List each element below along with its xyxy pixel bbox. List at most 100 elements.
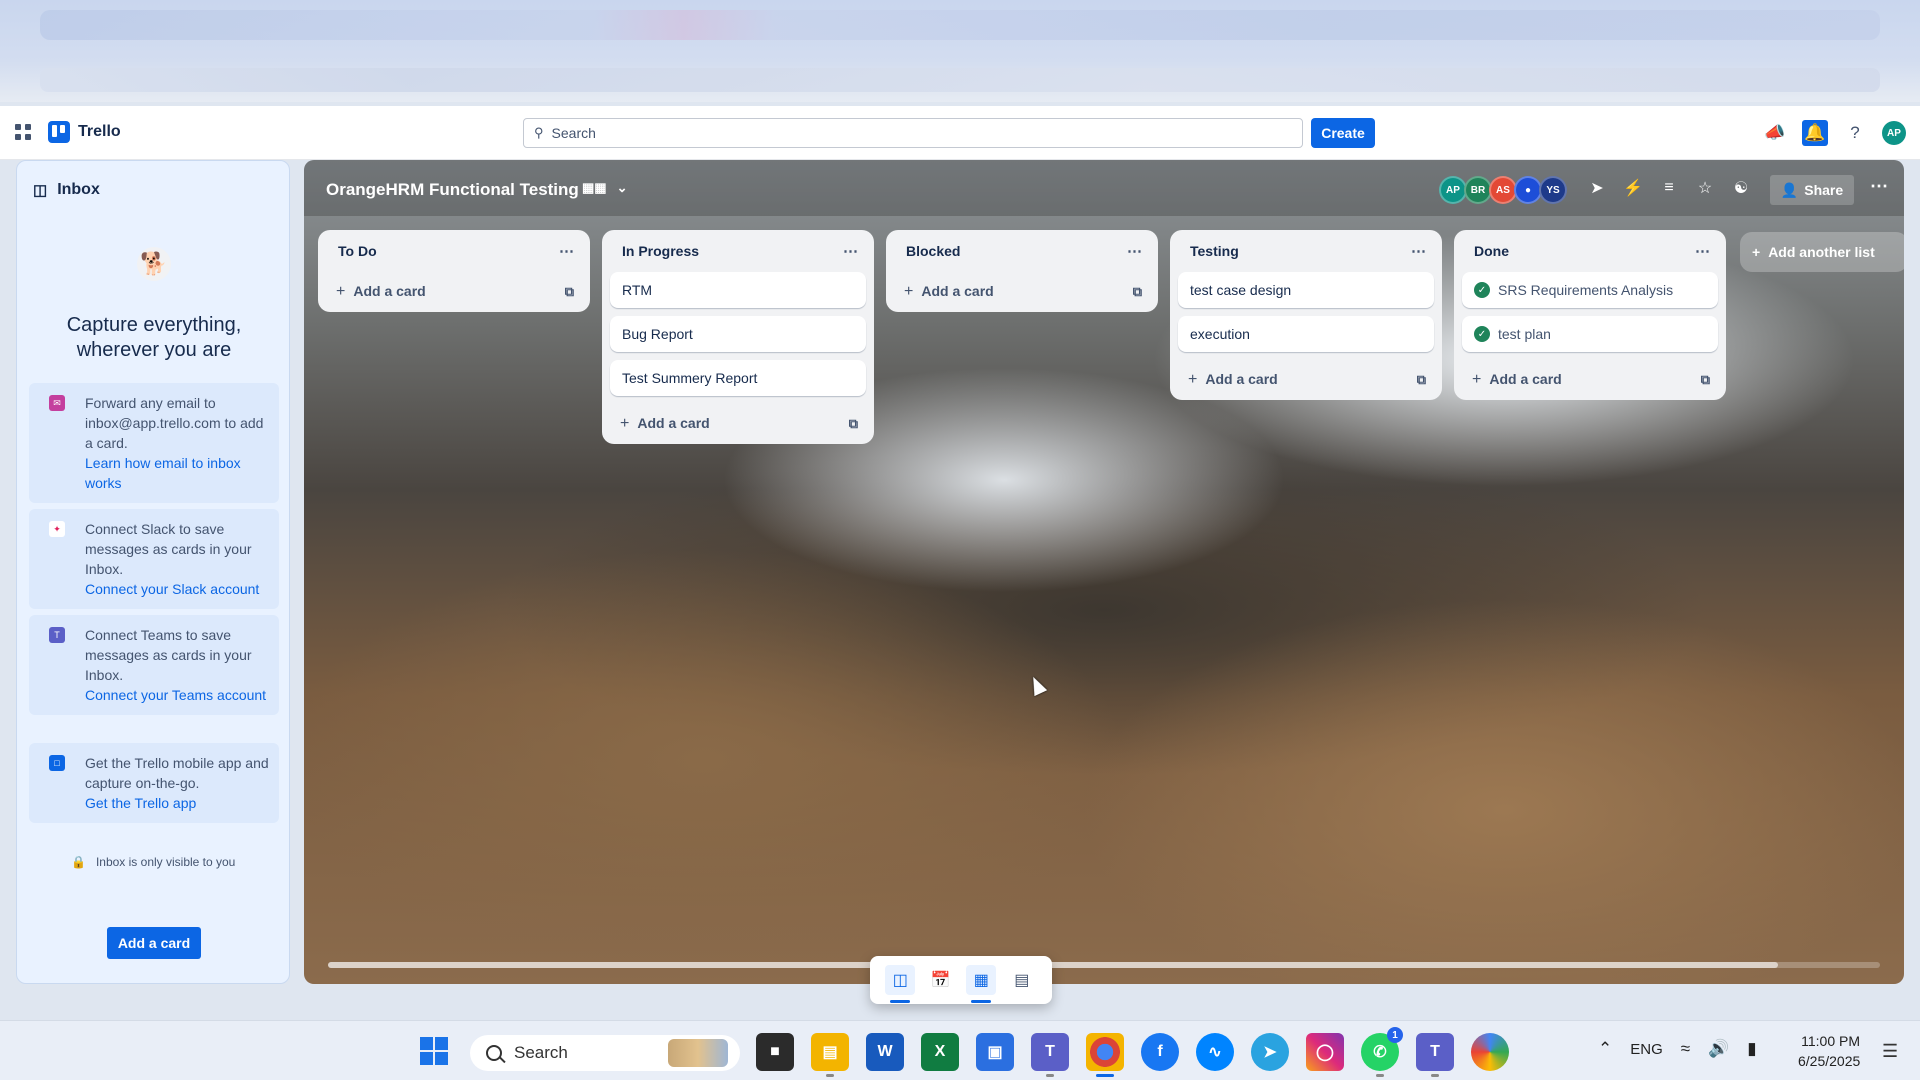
- list-blocked: Blocked ⋯ + Add a card ⧉: [886, 230, 1158, 312]
- member-avatar[interactable]: AP: [1439, 176, 1467, 204]
- calendar-view-icon[interactable]: 📅: [926, 965, 956, 995]
- add-card-button[interactable]: + Add a card ⧉: [1454, 360, 1726, 400]
- card[interactable]: ✓ test plan: [1462, 316, 1718, 352]
- list-menu-icon[interactable]: ⋯: [1695, 242, 1710, 260]
- complete-check-icon[interactable]: ✓: [1474, 282, 1490, 298]
- card-template-icon[interactable]: ⧉: [1701, 372, 1710, 388]
- add-another-list-button[interactable]: + Add another list: [1740, 232, 1904, 272]
- chrome-icon[interactable]: [1086, 1033, 1124, 1077]
- system-tray: ⌃ ENG ≈ 🔊 ▮: [1598, 1039, 1757, 1059]
- excel-icon[interactable]: X: [921, 1033, 959, 1071]
- search-input[interactable]: ⚲ Search: [523, 118, 1303, 148]
- visibility-icon[interactable]: ☯: [1730, 176, 1752, 200]
- card[interactable]: ✓ SRS Requirements Analysis: [1462, 272, 1718, 308]
- member-avatar[interactable]: YS: [1539, 176, 1567, 204]
- snipping-tool-icon[interactable]: ▣: [976, 1033, 1014, 1071]
- card-template-icon[interactable]: ⧉: [565, 284, 574, 300]
- user-avatar[interactable]: AP: [1882, 121, 1906, 145]
- automation-bolt-icon[interactable]: ⚡: [1622, 176, 1644, 200]
- board-horizontal-scrollbar[interactable]: [318, 960, 1890, 970]
- notification-center-icon[interactable]: ☰: [1882, 1041, 1898, 1062]
- clock[interactable]: 11:00 PM 6/25/2025: [1798, 1031, 1860, 1071]
- create-button[interactable]: Create: [1311, 118, 1375, 148]
- app-switcher-icon[interactable]: [14, 123, 32, 141]
- add-list-label: Add another list: [1768, 244, 1875, 260]
- list-menu-icon[interactable]: ⋯: [1127, 242, 1142, 260]
- search-highlight-image: [668, 1039, 728, 1067]
- language-indicator[interactable]: ENG: [1630, 1041, 1663, 1058]
- card[interactable]: Test Summery Report: [610, 360, 866, 396]
- teams-work-icon[interactable]: T: [1416, 1033, 1454, 1077]
- add-card-button[interactable]: + Add a card ⧉: [318, 272, 590, 312]
- member-avatar-placeholder-icon[interactable]: ●: [1514, 176, 1542, 204]
- mobile-icon: □: [49, 755, 65, 771]
- add-card-button[interactable]: + Add a card ⧉: [602, 404, 874, 444]
- chevron-up-icon[interactable]: ⌃: [1598, 1039, 1612, 1059]
- tip-link-email[interactable]: Learn how email to inbox works: [85, 453, 269, 493]
- board-view-icon[interactable]: ▦: [966, 965, 997, 1003]
- complete-check-icon[interactable]: ✓: [1474, 326, 1490, 342]
- board-title[interactable]: OrangeHRM Functional Testing: [326, 180, 579, 200]
- list-title[interactable]: To Do: [338, 243, 377, 259]
- inbox-add-card-button[interactable]: Add a card: [107, 927, 201, 959]
- list-title[interactable]: Done: [1474, 243, 1509, 259]
- share-button[interactable]: 👤 Share: [1770, 175, 1854, 205]
- power-ups-rocket-icon[interactable]: ➤: [1586, 176, 1608, 200]
- board-view-switcher[interactable]: ▦▦ ⌄: [582, 180, 627, 196]
- card-template-icon[interactable]: ⧉: [1417, 372, 1426, 388]
- tip-email: ✉ Forward any email to inbox@app.trello.…: [29, 383, 279, 503]
- windows-start-icon[interactable]: [420, 1037, 448, 1065]
- task-view-icon[interactable]: ■: [756, 1033, 794, 1071]
- taskbar-search[interactable]: Search: [470, 1035, 740, 1071]
- tip-slack: ✦ Connect Slack to save messages as card…: [29, 509, 279, 609]
- privacy-note: 🔒 Inbox is only visible to you: [71, 855, 235, 869]
- wifi-icon[interactable]: ≈: [1681, 1039, 1690, 1059]
- list-title[interactable]: Blocked: [906, 243, 960, 259]
- megaphone-icon[interactable]: 📣: [1762, 120, 1788, 146]
- list-title[interactable]: Testing: [1190, 243, 1239, 259]
- telegram-icon[interactable]: ➤: [1251, 1033, 1289, 1071]
- instagram-icon[interactable]: ◯: [1306, 1033, 1344, 1071]
- privacy-text: Inbox is only visible to you: [95, 855, 236, 869]
- tip-link-slack[interactable]: Connect your Slack account: [85, 579, 269, 599]
- volume-icon[interactable]: 🔊: [1708, 1039, 1729, 1059]
- trello-logo[interactable]: Trello: [48, 121, 121, 143]
- card-template-icon[interactable]: ⧉: [849, 416, 858, 432]
- list-menu-icon[interactable]: ⋯: [1411, 242, 1426, 260]
- board-view-icon: ▦▦: [582, 180, 607, 195]
- filter-icon[interactable]: ≡: [1658, 176, 1680, 200]
- card-title: test case design: [1190, 282, 1292, 298]
- card[interactable]: Bug Report: [610, 316, 866, 352]
- notifications-bell-icon[interactable]: 🔔: [1802, 120, 1828, 146]
- card[interactable]: execution: [1178, 316, 1434, 352]
- add-card-button[interactable]: + Add a card ⧉: [1170, 360, 1442, 400]
- word-icon[interactable]: W: [866, 1033, 904, 1071]
- teams-icon: T: [49, 627, 65, 643]
- tip-link-mobile[interactable]: Get the Trello app: [85, 793, 269, 813]
- member-avatar[interactable]: AS: [1489, 176, 1517, 204]
- card-template-icon[interactable]: ⧉: [1133, 284, 1142, 300]
- switch-boards-icon[interactable]: ▤: [1007, 965, 1037, 995]
- tip-link-teams[interactable]: Connect your Teams account: [85, 685, 269, 705]
- add-card-button[interactable]: + Add a card ⧉: [886, 272, 1158, 312]
- facebook-icon[interactable]: f: [1141, 1033, 1179, 1071]
- list-menu-icon[interactable]: ⋯: [559, 242, 574, 260]
- chrome-profile-icon[interactable]: [1471, 1033, 1509, 1071]
- card[interactable]: RTM: [610, 272, 866, 308]
- file-explorer-icon[interactable]: ▤: [811, 1033, 849, 1077]
- inbox-view-icon[interactable]: ◫: [885, 965, 916, 1003]
- scrollbar-thumb[interactable]: [328, 962, 1778, 968]
- board-menu-icon[interactable]: ⋯: [1870, 176, 1888, 197]
- messenger-icon[interactable]: ∿: [1196, 1033, 1234, 1071]
- battery-icon[interactable]: ▮: [1747, 1039, 1756, 1059]
- card[interactable]: test case design: [1178, 272, 1434, 308]
- whatsapp-icon[interactable]: ✆ 1: [1361, 1027, 1403, 1077]
- member-avatar[interactable]: BR: [1464, 176, 1492, 204]
- help-icon[interactable]: ?: [1842, 120, 1868, 146]
- list-menu-icon[interactable]: ⋯: [843, 242, 858, 260]
- teams-icon[interactable]: T: [1031, 1033, 1069, 1077]
- card-title: Bug Report: [622, 326, 693, 342]
- star-icon[interactable]: ☆: [1694, 176, 1716, 200]
- lock-icon: 🔒: [71, 855, 86, 869]
- list-title[interactable]: In Progress: [622, 243, 699, 259]
